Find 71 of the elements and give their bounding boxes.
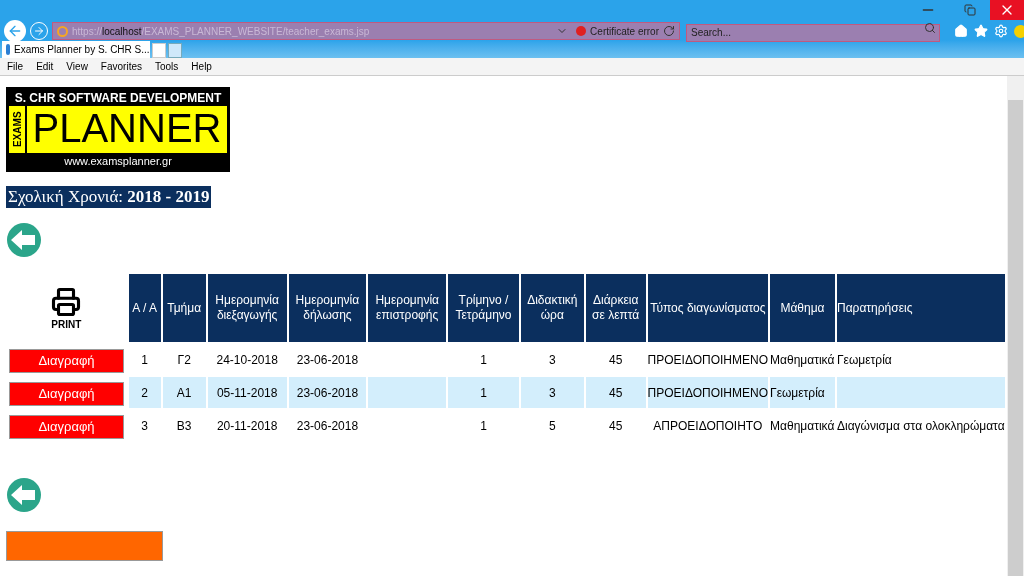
table-cell: 2 <box>141 385 148 400</box>
table-cell: 23-06-2018 <box>296 352 359 367</box>
table-cell: ΠΡΟΕΙΔΟΠΟΙΗΜΕΝΟ <box>647 352 769 367</box>
table-cell: 23-06-2018 <box>296 418 359 433</box>
menu-item[interactable]: File <box>7 59 24 74</box>
table-cell: Μαθηματικά <box>770 352 835 367</box>
table-cell: 05-11-2018 <box>216 385 278 400</box>
menu-item[interactable]: Favorites <box>100 59 142 74</box>
table-cell: 24-10-2018 <box>216 352 278 367</box>
logo: S. CHR SOFTWARE DEVELOPMENT EXAMS PLANNER www.examsplanner.gr <box>6 87 230 172</box>
table-cell: Α1 <box>176 385 192 400</box>
settings-icon[interactable] <box>994 24 1008 38</box>
delete-button[interactable]: Διαγραφή <box>9 381 124 406</box>
table-cell: 3 <box>549 385 556 400</box>
favorites-icon[interactable] <box>974 24 988 38</box>
table-cell: 1 <box>480 385 487 400</box>
delete-button[interactable]: Διαγραφή <box>9 348 124 373</box>
table-cell: ΠΡΟΕΙΔΟΠΟΙΗΜΕΝΟ <box>647 385 769 400</box>
column-header: Μάθημα <box>770 274 835 342</box>
table-cell: 3 <box>141 418 148 433</box>
tab-title: Exams Planner by S. CHR S... <box>14 43 150 57</box>
certificate-error[interactable]: Certificate error <box>590 23 659 39</box>
column-header: Διδακτική ώρα <box>520 274 584 342</box>
school-year: Σχολική Χρονιά: 2018 - 2019 <box>6 186 212 208</box>
home-icon[interactable] <box>954 24 968 38</box>
table-cell: 3 <box>549 352 556 367</box>
refresh-icon[interactable] <box>663 25 675 37</box>
restore-icon[interactable] <box>964 4 976 16</box>
table-cell: 20-11-2018 <box>216 418 278 433</box>
table-cell: 45 <box>609 352 623 367</box>
column-header: Ημερομηνία διεξαγωγής <box>207 274 287 342</box>
delete-button[interactable]: Διαγραφή <box>9 414 124 439</box>
table-cell: Γεωμετρία <box>770 385 825 400</box>
back-icon <box>7 23 23 39</box>
table-cell: 45 <box>609 385 623 400</box>
table-cell: ΑΠΡΟΕΙΔΟΠΟΙΗΤΟ <box>653 418 763 433</box>
column-header: Τρίμηνο / Τετράμηνο <box>448 274 519 342</box>
menu-item[interactable]: Help <box>191 59 212 74</box>
menu-item[interactable]: Edit <box>36 59 54 74</box>
table-cell: Διαγώνισμα στα ολοκληρώματα <box>836 418 1005 433</box>
table-cell: 5 <box>549 418 556 433</box>
browser-tab[interactable]: Exams Planner by S. CHR S... <box>2 41 150 58</box>
forward-icon <box>33 25 45 37</box>
page-icon <box>57 25 68 37</box>
table-cell: Μαθηματικά <box>770 418 835 433</box>
new-tab-button[interactable] <box>152 43 166 58</box>
close-button[interactable] <box>990 0 1024 20</box>
column-header: Ημερομηνία επιστροφής <box>368 274 447 342</box>
scrollbar[interactable] <box>1007 76 1024 576</box>
table-cell: 1 <box>141 352 148 367</box>
column-header: Α / Α <box>128 274 161 342</box>
menu-item[interactable]: View <box>66 59 88 74</box>
menu-item[interactable]: Tools <box>155 59 179 74</box>
table-cell: 1 <box>480 352 487 367</box>
back-button[interactable] <box>4 20 26 42</box>
column-header: Διάρκεια σε λεπτά <box>585 274 646 342</box>
column-header: Ημερομηνία δήλωσης <box>288 274 367 342</box>
search-field[interactable]: Search... <box>686 23 940 42</box>
table-cell: 1 <box>480 418 487 433</box>
print-button[interactable]: PRINT <box>50 286 83 332</box>
column-header: Τύπος διαγωνίσματος <box>647 274 769 342</box>
table-cell: Γ2 <box>177 352 191 367</box>
column-header: Παρατηρήσεις <box>836 274 1005 342</box>
table-cell: 45 <box>609 418 623 433</box>
table-cell: Β3 <box>176 418 192 433</box>
column-header: Τμήμα <box>162 274 206 342</box>
search-icon[interactable] <box>924 22 936 34</box>
edge-tab-button[interactable] <box>168 43 182 58</box>
error-icon <box>576 26 587 36</box>
table-cell: 23-06-2018 <box>296 385 359 400</box>
table-cell: Γεωμετρία <box>836 352 892 367</box>
